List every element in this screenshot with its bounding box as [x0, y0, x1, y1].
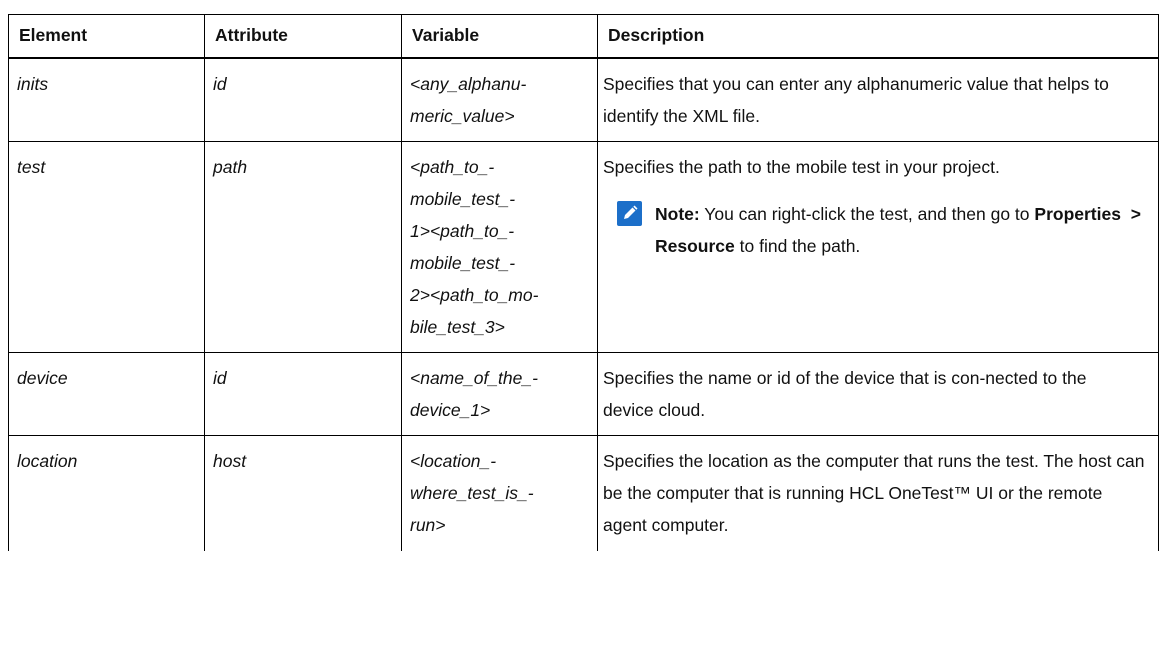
header-attribute: Attribute	[204, 14, 402, 59]
header-element: Element	[8, 14, 205, 59]
cell-variable: <name_of_the_- device_1>	[401, 351, 598, 436]
cell-element: test	[8, 140, 205, 353]
cell-variable: <path_to_- mobile_test_- 1><path_to_- mo…	[401, 140, 598, 353]
cell-element: device	[8, 351, 205, 436]
attributes-table: Element Attribute Variable Description i…	[8, 14, 1159, 551]
menu-path-separator: >	[1130, 203, 1141, 224]
cell-attribute: path	[204, 140, 402, 353]
pencil-note-icon	[617, 200, 642, 226]
cell-attribute: id	[204, 57, 402, 142]
table-header-row: Element Attribute Variable Description	[8, 14, 1159, 59]
table-row: device id <name_of_the_- device_1> Speci…	[8, 351, 1159, 436]
cell-attribute: host	[204, 434, 402, 551]
header-description: Description	[597, 14, 1159, 59]
cell-description: Specifies the name or id of the device t…	[597, 351, 1159, 436]
menu-path-properties: Properties	[1034, 203, 1121, 224]
table-row: inits id <any_alphanu- meric_value> Spec…	[8, 57, 1159, 142]
note-text: Note: You can right-click the test, and …	[655, 203, 1141, 256]
cell-variable: <any_alphanu- meric_value>	[401, 57, 598, 142]
table-row: location host <location_- where_test_is_…	[8, 434, 1159, 551]
cell-description: Specifies the location as the computer t…	[597, 434, 1159, 551]
cell-description: Specifies that you can enter any alphanu…	[597, 57, 1159, 142]
note-block: Note: You can right-click the test, and …	[603, 198, 1150, 262]
table-row: test path <path_to_- mobile_test_- 1><pa…	[8, 140, 1159, 353]
header-variable: Variable	[401, 14, 598, 59]
description-text: Specifies the path to the mobile test in…	[603, 156, 1000, 177]
cell-description: Specifies the path to the mobile test in…	[597, 140, 1159, 353]
cell-attribute: id	[204, 351, 402, 436]
note-label: Note:	[655, 203, 700, 224]
cell-element: location	[8, 434, 205, 551]
menu-path-resource: Resource	[655, 235, 735, 256]
cell-element: inits	[8, 57, 205, 142]
cell-variable: <location_- where_test_is_- run>	[401, 434, 598, 551]
